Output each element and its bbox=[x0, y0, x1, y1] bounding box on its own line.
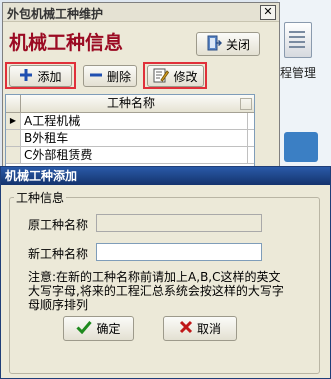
x-icon bbox=[179, 320, 193, 337]
check-icon bbox=[76, 320, 93, 337]
groupbox-label: 工种信息 bbox=[14, 189, 67, 206]
background-label[interactable]: 程管理 bbox=[280, 64, 316, 81]
window-title: 外包机械工种维护 bbox=[7, 7, 104, 21]
dialog-note: 注意:在新的工种名称前请加上A,B,C这样的英文大写字母,将来的工程汇总系统会按… bbox=[28, 270, 284, 312]
edit-document-icon bbox=[153, 67, 170, 86]
cancel-button[interactable]: 取消 bbox=[163, 316, 237, 341]
table-row[interactable]: C外部租赁费 bbox=[6, 147, 254, 164]
window-titlebar: 外包机械工种维护 ✕ bbox=[3, 3, 279, 22]
new-name-input[interactable] bbox=[96, 243, 262, 261]
table-header: 工种名称 bbox=[6, 95, 254, 113]
add-button-label: 添加 bbox=[37, 69, 62, 84]
header-indicator-cell bbox=[6, 95, 21, 112]
dialog-title: 机械工种添加 bbox=[1, 167, 330, 185]
column-chooser-icon[interactable] bbox=[240, 98, 252, 110]
work-type-table: 工种名称 ▶ A工程机械 B外租车 C外部租赁费 bbox=[5, 94, 255, 176]
document-icon[interactable] bbox=[284, 22, 312, 58]
plus-icon bbox=[19, 68, 33, 85]
ok-button-label: 确定 bbox=[96, 322, 121, 336]
add-button[interactable]: 添加 bbox=[9, 65, 72, 87]
table-row[interactable]: B外租车 bbox=[6, 130, 254, 147]
delete-button-label: 删除 bbox=[106, 69, 131, 84]
background-tile-icon[interactable] bbox=[284, 132, 318, 162]
table-cell[interactable]: C外部租赁费 bbox=[24, 147, 92, 163]
original-name-field bbox=[96, 214, 262, 232]
cancel-button-label: 取消 bbox=[196, 322, 221, 336]
close-icon[interactable]: ✕ bbox=[260, 5, 276, 20]
row-indicator bbox=[6, 147, 21, 163]
new-name-label: 新工种名称 bbox=[28, 247, 89, 261]
row-indicator bbox=[6, 130, 21, 146]
door-exit-icon bbox=[206, 35, 223, 54]
delete-button[interactable]: 删除 bbox=[83, 65, 137, 87]
close-button-label: 关闭 bbox=[225, 37, 250, 52]
row-pointer-icon: ▶ bbox=[6, 113, 21, 129]
table-row[interactable]: ▶ A工程机械 bbox=[6, 113, 254, 130]
add-work-type-dialog: 机械工种添加 工种信息 原工种名称 新工种名称 注意:在新的工种名称前请加上A,… bbox=[0, 166, 331, 379]
original-name-label: 原工种名称 bbox=[28, 218, 89, 232]
ok-button[interactable]: 确定 bbox=[63, 316, 134, 341]
minus-icon bbox=[89, 68, 103, 85]
edit-button[interactable]: 修改 bbox=[147, 65, 204, 87]
table-cell[interactable]: B外租车 bbox=[24, 130, 68, 146]
page-title: 机械工种信息 bbox=[9, 32, 124, 54]
edit-button-label: 修改 bbox=[173, 69, 198, 84]
close-button[interactable]: 关闭 bbox=[196, 32, 260, 56]
column-header-work-type[interactable]: 工种名称 bbox=[21, 95, 241, 112]
table-cell[interactable]: A工程机械 bbox=[24, 113, 80, 129]
